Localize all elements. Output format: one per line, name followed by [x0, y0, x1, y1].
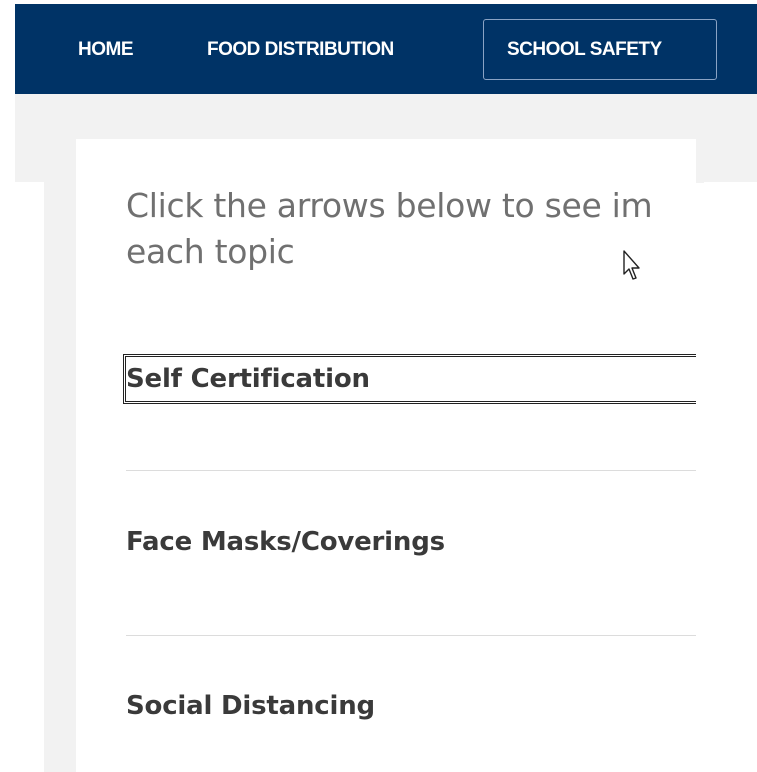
intro-text: Click the arrows below to see im each to… [126, 183, 696, 275]
nav-item-school-safety-active[interactable]: SCHOOL SAFETY [483, 19, 717, 80]
page-background-right-gutter [696, 142, 704, 183]
accordion-item-label: Self Certification [126, 364, 370, 394]
nav-item-food-distribution[interactable]: FOOD DISTRIBUTION [207, 37, 394, 63]
nav-item-school-safety-label: SCHOOL SAFETY [507, 39, 662, 60]
accordion-item-label: Face Masks/Coverings [126, 527, 445, 557]
intro-text-line-1: Click the arrows below to see im [126, 186, 653, 225]
top-navigation-bar: HOME FOOD DISTRIBUTION SCHOOL SAFETY [15, 4, 757, 94]
page-background-left-gutter [44, 182, 76, 772]
accordion-divider [126, 635, 696, 636]
content-card: Click the arrows below to see im each to… [76, 139, 696, 772]
accordion-divider [126, 470, 696, 471]
accordion-item-social-distancing[interactable]: Social Distancing [126, 691, 375, 721]
mouse-pointer-icon [623, 250, 640, 280]
nav-item-home[interactable]: HOME [78, 37, 134, 63]
page: HOME FOOD DISTRIBUTION SCHOOL SAFETY Cli… [0, 0, 757, 772]
accordion-item-face-masks[interactable]: Face Masks/Coverings [126, 527, 445, 557]
intro-text-line-2: each topic [126, 232, 295, 271]
accordion-item-label: Social Distancing [126, 691, 375, 721]
accordion-item-self-certification[interactable]: Self Certification [123, 354, 696, 404]
